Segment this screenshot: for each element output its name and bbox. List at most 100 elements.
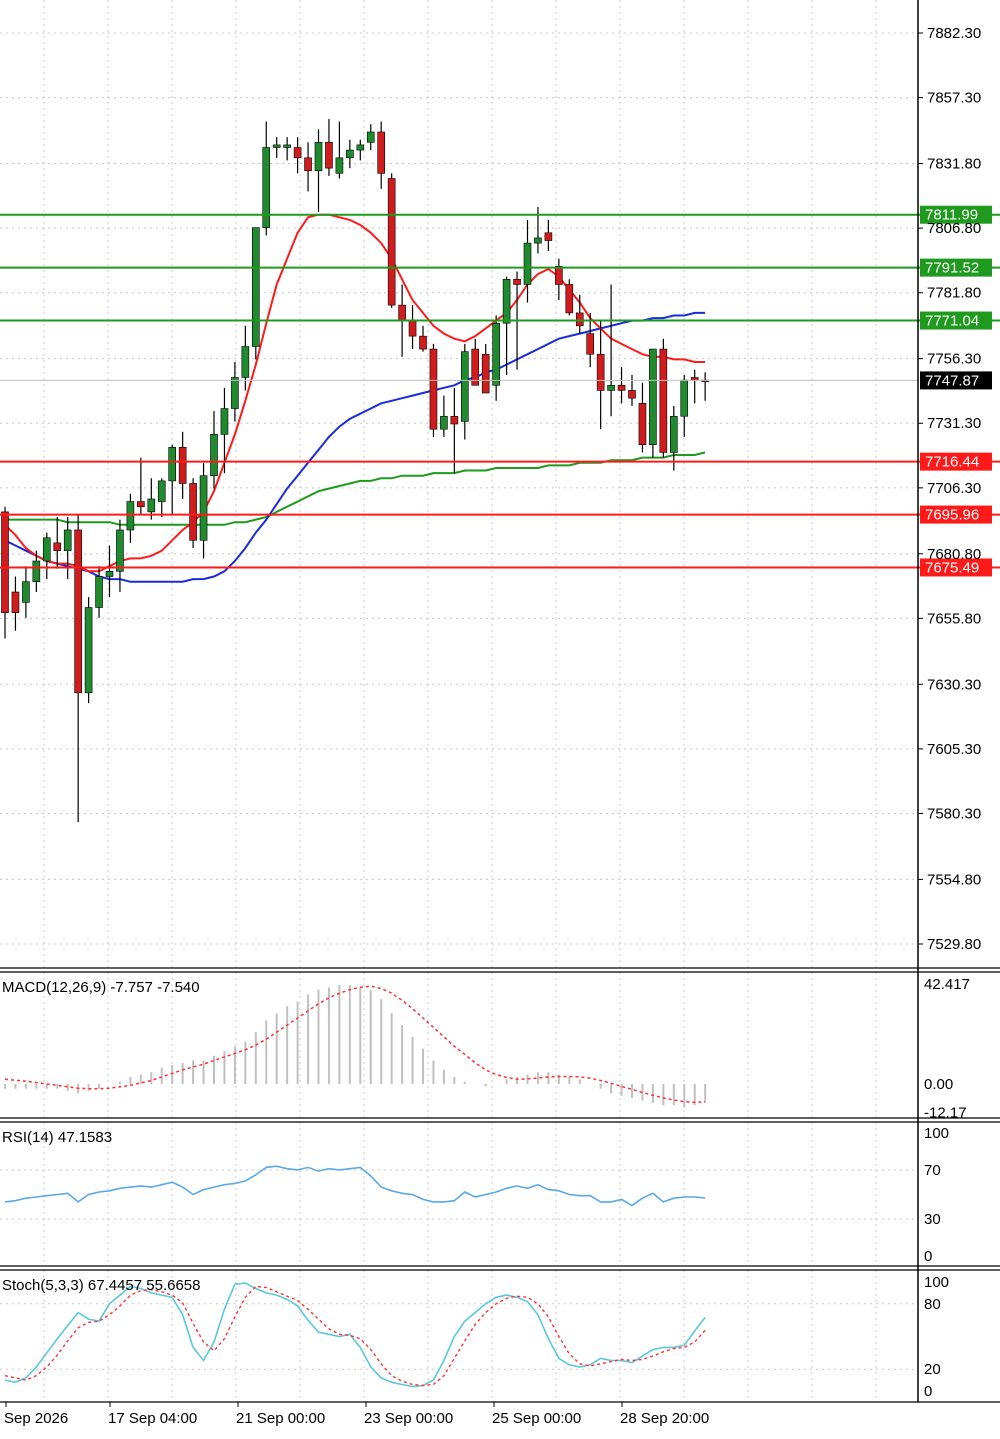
candle[interactable] xyxy=(335,121,344,179)
candle[interactable] xyxy=(638,382,647,453)
candle[interactable] xyxy=(105,545,114,598)
resistance-level-value: 7771.04 xyxy=(925,313,979,330)
candle-body-up xyxy=(502,278,511,324)
candle-body-up xyxy=(42,537,51,562)
candle[interactable] xyxy=(659,338,668,458)
candle[interactable] xyxy=(63,517,72,580)
candle[interactable] xyxy=(252,227,260,360)
candle-body-down xyxy=(325,142,333,169)
grid-layer xyxy=(0,0,918,1402)
candle[interactable] xyxy=(419,325,427,352)
candle-body-up xyxy=(231,377,239,409)
candle-body-up xyxy=(366,131,375,143)
candle[interactable] xyxy=(440,395,448,437)
candle[interactable] xyxy=(210,411,218,489)
trading-chart[interactable]: 7811.99 7791.52 7771.04 7716.44 7695.96 7675.… xyxy=(0,0,1000,1434)
candle[interactable] xyxy=(199,462,208,559)
candle[interactable] xyxy=(116,519,124,593)
candle[interactable] xyxy=(492,315,500,401)
candle[interactable] xyxy=(596,320,605,430)
time-label-5: 28 Sep 20:00 xyxy=(620,1410,709,1427)
candle[interactable] xyxy=(387,173,396,308)
time-label-4: 25 Sep 00:00 xyxy=(492,1410,581,1427)
candle[interactable] xyxy=(607,284,615,417)
y-tick-label: 7580.30 xyxy=(927,805,981,822)
candle[interactable] xyxy=(53,517,62,569)
y-tick-label: 7529.80 xyxy=(927,936,981,953)
stoch-label: Stoch(5,3,3) 67.4457 55.6658 xyxy=(2,1277,201,1294)
candle[interactable] xyxy=(690,369,699,404)
candle-body-up xyxy=(669,415,678,453)
candle[interactable] xyxy=(502,276,511,375)
time-label-0: Sep 2026 xyxy=(4,1410,68,1427)
candle[interactable] xyxy=(283,137,291,161)
axes-layer: 7882.30 7857.30 7831.80 7806.80 7781.80 7756.… xyxy=(0,0,1000,1407)
candle-body-down xyxy=(408,320,417,337)
candle[interactable] xyxy=(701,372,709,401)
candle[interactable] xyxy=(356,139,365,161)
candle-body-up xyxy=(116,529,124,572)
candle-body-up xyxy=(460,351,469,422)
candle[interactable] xyxy=(523,219,532,303)
candle[interactable] xyxy=(22,566,30,618)
candle[interactable] xyxy=(272,137,281,158)
stoch-y-tick-label: 80 xyxy=(924,1296,941,1313)
rsi-pane[interactable] xyxy=(4,1165,706,1207)
candle[interactable] xyxy=(304,142,312,192)
y-tick-label: 7831.80 xyxy=(927,156,981,173)
candle[interactable] xyxy=(471,338,480,386)
candle[interactable] xyxy=(157,478,166,518)
candle[interactable] xyxy=(74,514,82,823)
chart-canvas[interactable]: 7811.997791.527771.047716.447695.967675.… xyxy=(0,0,1000,1434)
candle[interactable] xyxy=(544,219,553,251)
candle[interactable] xyxy=(346,139,354,169)
candle[interactable] xyxy=(11,576,20,631)
candle[interactable] xyxy=(628,374,636,406)
candle[interactable] xyxy=(220,387,229,474)
support-level-value: 7716.44 xyxy=(925,454,979,471)
candle[interactable] xyxy=(649,348,657,458)
candle[interactable] xyxy=(377,121,386,189)
candle[interactable] xyxy=(147,478,156,520)
candle-body-up xyxy=(199,475,208,541)
candle[interactable] xyxy=(84,597,93,704)
support-level-value: 7695.96 xyxy=(925,507,979,524)
macd-pane[interactable] xyxy=(4,984,707,1108)
candle-body-down xyxy=(481,353,490,394)
candle-body-up xyxy=(523,242,532,285)
candle[interactable] xyxy=(565,279,574,316)
candle[interactable] xyxy=(617,367,626,404)
candle[interactable] xyxy=(408,305,417,350)
candle[interactable] xyxy=(450,387,459,474)
y-tick-label: 7731.30 xyxy=(927,415,981,432)
candle[interactable] xyxy=(42,532,51,580)
candle[interactable] xyxy=(168,444,176,515)
candle-body-down xyxy=(586,333,595,355)
candle[interactable] xyxy=(95,566,103,618)
candle[interactable] xyxy=(314,129,323,213)
candle[interactable] xyxy=(366,124,375,151)
candle[interactable] xyxy=(460,343,469,440)
price-pane[interactable]: 7811.997791.527771.047716.447695.967675.… xyxy=(0,119,1000,823)
candle[interactable] xyxy=(680,374,689,437)
time-label-3: 23 Sep 00:00 xyxy=(364,1410,453,1427)
candle-body-up xyxy=(680,379,689,417)
candle[interactable] xyxy=(293,137,302,174)
candle[interactable] xyxy=(189,478,197,549)
candle[interactable] xyxy=(481,343,490,394)
candle[interactable] xyxy=(178,431,187,499)
stoch-pane[interactable] xyxy=(4,1282,706,1388)
macd-y-tick-label: 42.417 xyxy=(924,976,970,993)
candle[interactable] xyxy=(262,121,271,236)
stoch-main-line xyxy=(4,1282,706,1388)
current-price-value: 7747.87 xyxy=(925,372,979,389)
candle[interactable] xyxy=(325,119,333,176)
candle-body-up xyxy=(168,446,176,482)
candle-body-down xyxy=(377,131,386,174)
candle[interactable] xyxy=(126,493,135,543)
candle[interactable] xyxy=(231,361,239,422)
candle-body-down xyxy=(555,266,563,285)
candle[interactable] xyxy=(137,457,145,515)
candle-body-down xyxy=(471,348,480,386)
candle[interactable] xyxy=(429,343,438,437)
